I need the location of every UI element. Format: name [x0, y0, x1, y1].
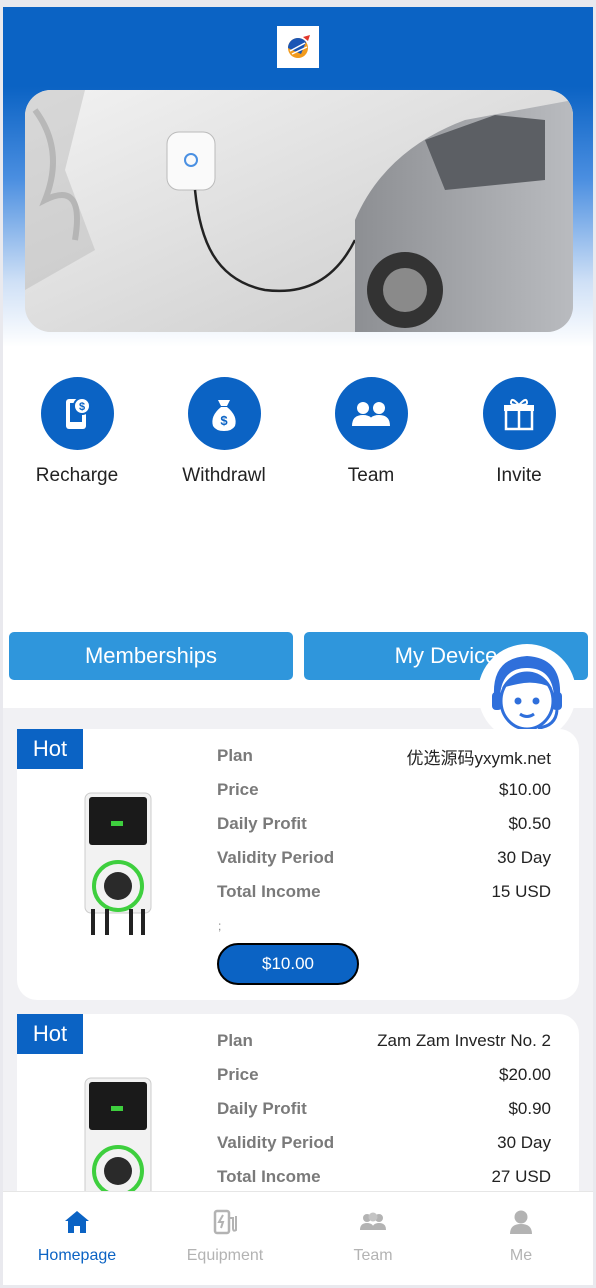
recharge-action[interactable]: $ Recharge [17, 377, 137, 487]
buy-button[interactable]: $10.00 [217, 943, 359, 985]
team-action[interactable]: Team [311, 377, 431, 487]
profit-value: $0.90 [508, 1099, 551, 1118]
customer-service-button[interactable] [478, 644, 576, 742]
logo [277, 26, 319, 68]
gift-icon [504, 398, 534, 430]
price-key: Price [217, 780, 259, 799]
nav-label: Team [353, 1247, 393, 1264]
income-row: Total Income 15 USD [217, 875, 551, 909]
team-icon [360, 1212, 386, 1230]
plan-key: Plan [217, 746, 253, 765]
nav-equipment[interactable]: Equipment [151, 1208, 299, 1265]
invite-action[interactable]: Invite [459, 377, 579, 487]
recharge-label: Recharge [35, 465, 119, 486]
quick-icon-circle [334, 377, 408, 450]
validity-key: Validity Period [217, 848, 335, 867]
plan-details: Plan 优选源码yxymk.net Price $10.00 Daily Prof… [217, 739, 551, 985]
plan-row: Plan 优选源码yxymk.net [217, 739, 551, 773]
validity-key: Validity Period [217, 1133, 335, 1152]
income-key: Total Income [217, 882, 321, 901]
top-bar [3, 7, 593, 87]
nav-me[interactable]: Me [447, 1208, 593, 1265]
plan-row: Plan Zam Zam Investr No. 2 [217, 1024, 551, 1058]
income-value: 27 USD [491, 1167, 551, 1186]
nav-homepage[interactable]: Homepage [3, 1208, 151, 1265]
nav-label: Homepage [37, 1247, 117, 1264]
plan-note: ; [218, 919, 222, 933]
income-value: 15 USD [491, 882, 551, 901]
app-frame: $ Recharge $ Withdrawl Team Invite Membe… [3, 7, 593, 1285]
home-icon [65, 1211, 89, 1233]
ev-charger-icon [84, 792, 152, 935]
price-value: $10.00 [499, 780, 551, 799]
svg-text:$: $ [220, 413, 228, 428]
charging-station-icon [213, 1209, 237, 1235]
team-label: Team [347, 465, 395, 486]
hot-badge: Hot [17, 729, 83, 769]
profit-row: Daily Profit $0.50 [217, 807, 551, 841]
invite-label: Invite [496, 465, 542, 486]
user-icon [510, 1210, 532, 1234]
price-key: Price [217, 1065, 259, 1084]
quick-icon-circle: $ [187, 377, 261, 450]
plan-details: Plan Zam Zam Investr No. 2 Price $20.00 Da… [217, 1024, 551, 1194]
nav-label: Equipment [186, 1247, 264, 1264]
phone-dollar-icon: $ [66, 396, 91, 429]
plan-card: Hot Plan 优选源码yxymk.net Price $10.00 Daily … [17, 729, 579, 1000]
bottom-nav: Homepage Equipment Team Me [3, 1191, 593, 1285]
profit-value: $0.50 [508, 814, 551, 833]
validity-value: 30 Day [497, 848, 551, 867]
banner-image[interactable] [25, 90, 573, 332]
profit-key: Daily Profit [217, 1099, 307, 1118]
nav-label: Me [509, 1247, 533, 1264]
plan-name: 优选源码yxymk.net [406, 748, 551, 768]
profit-key: Daily Profit [217, 814, 307, 833]
price-row: Price $20.00 [217, 1058, 551, 1092]
income-row: Total Income 27 USD [217, 1160, 551, 1194]
nav-team[interactable]: Team [299, 1208, 447, 1265]
validity-value: 30 Day [497, 1133, 551, 1152]
hot-badge: Hot [17, 1014, 83, 1054]
income-key: Total Income [217, 1167, 321, 1186]
charger-image [83, 791, 153, 942]
plan-name: Zam Zam Investr No. 2 [377, 1031, 551, 1050]
withdraw-action[interactable]: $ Withdrawl [164, 377, 284, 487]
validity-row: Validity Period 30 Day [217, 841, 551, 875]
memberships-tab[interactable]: Memberships [9, 632, 293, 680]
quick-icon-circle: $ [40, 377, 114, 450]
money-bag-icon: $ [212, 399, 236, 431]
customer-service-icon [481, 647, 573, 739]
plan-key: Plan [217, 1031, 253, 1050]
svg-text:$: $ [79, 401, 85, 413]
profit-row: Daily Profit $0.90 [217, 1092, 551, 1126]
ev-charger-car-photo [25, 90, 573, 332]
solar-globe-logo [288, 35, 310, 58]
validity-row: Validity Period 30 Day [217, 1126, 551, 1160]
quick-icon-circle [482, 377, 556, 450]
team-icon [352, 401, 390, 426]
price-row: Price $10.00 [217, 773, 551, 807]
price-value: $20.00 [499, 1065, 551, 1084]
withdraw-label: Withdrawl [182, 465, 266, 486]
